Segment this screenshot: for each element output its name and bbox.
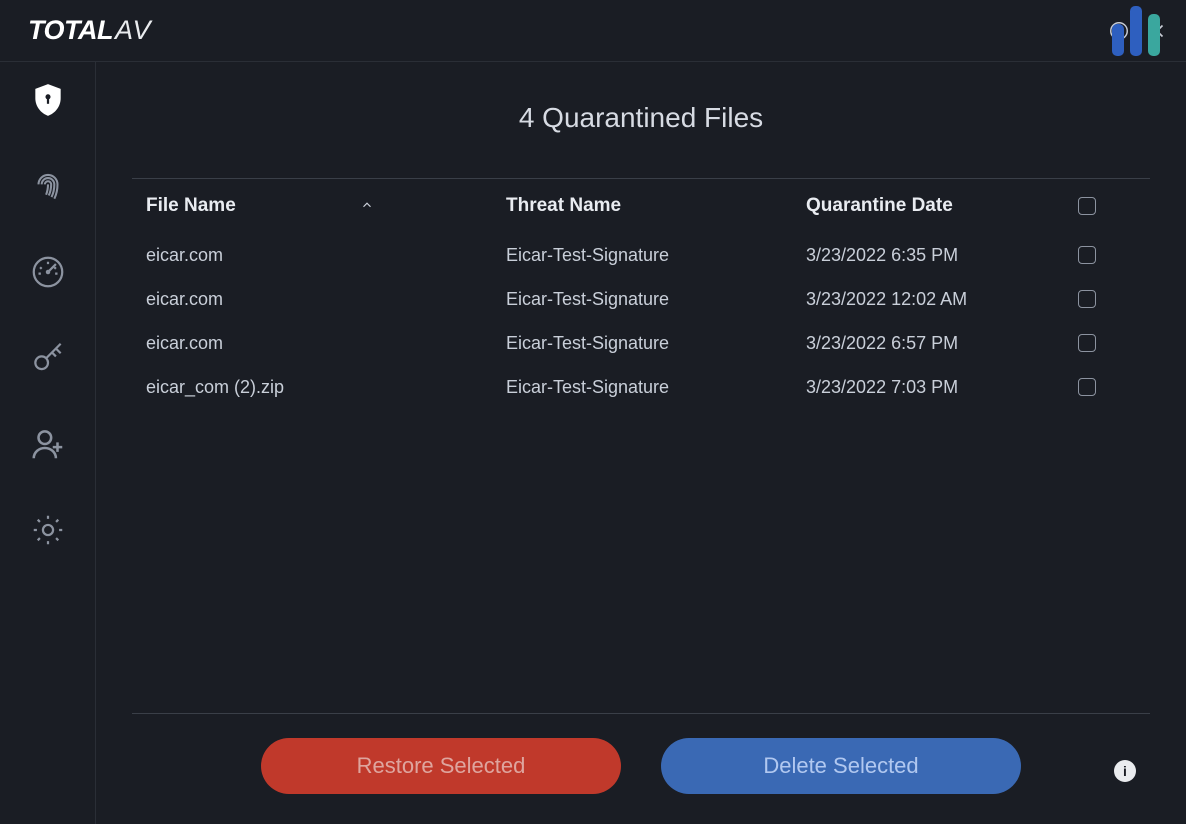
- cell-threat-name: Eicar-Test-Signature: [506, 377, 806, 398]
- info-icon[interactable]: i: [1114, 760, 1136, 782]
- row-checkbox[interactable]: [1078, 334, 1096, 352]
- cell-threat-name: Eicar-Test-Signature: [506, 333, 806, 354]
- cell-threat-name: Eicar-Test-Signature: [506, 245, 806, 266]
- restore-selected-button[interactable]: Restore Selected: [261, 738, 621, 794]
- main-panel: 4 Quarantined Files File Name Threat Nam…: [96, 62, 1186, 824]
- cell-file-name: eicar.com: [146, 245, 506, 266]
- table-row: eicar.com Eicar-Test-Signature 3/23/2022…: [132, 321, 1150, 365]
- cell-threat-name: Eicar-Test-Signature: [506, 289, 806, 310]
- select-all-checkbox[interactable]: [1078, 197, 1096, 215]
- sidebar-item-password[interactable]: [28, 338, 68, 378]
- user-plus-icon: [29, 425, 67, 463]
- delete-button-label: Delete Selected: [763, 753, 918, 778]
- table-row: eicar.com Eicar-Test-Signature 3/23/2022…: [132, 233, 1150, 277]
- restore-button-label: Restore Selected: [357, 753, 526, 778]
- sidebar: [0, 62, 96, 824]
- logo-av: AV: [115, 15, 152, 46]
- table-row: eicar_com (2).zip Eicar-Test-Signature 3…: [132, 365, 1150, 409]
- table-row: eicar.com Eicar-Test-Signature 3/23/2022…: [132, 277, 1150, 321]
- divider: [132, 713, 1150, 714]
- row-checkbox[interactable]: [1078, 290, 1096, 308]
- cell-file-name: eicar_com (2).zip: [146, 377, 506, 398]
- cell-file-name: eicar.com: [146, 289, 506, 310]
- cell-quarantine-date: 3/23/2022 6:35 PM: [806, 245, 1036, 266]
- row-checkbox[interactable]: [1078, 246, 1096, 264]
- delete-selected-button[interactable]: Delete Selected: [661, 738, 1021, 794]
- chevron-up-icon: [360, 198, 374, 215]
- column-header-quarantine-date[interactable]: Quarantine Date: [806, 195, 1036, 217]
- sidebar-item-performance[interactable]: [28, 252, 68, 292]
- gauge-icon: [29, 253, 67, 291]
- cell-file-name: eicar.com: [146, 333, 506, 354]
- app-logo: TOTAL AV: [28, 15, 1108, 46]
- logo-total: TOTAL: [28, 15, 113, 46]
- shield-icon: [29, 81, 67, 119]
- sidebar-item-family[interactable]: [28, 424, 68, 464]
- page-title: 4 Quarantined Files: [132, 102, 1150, 134]
- gear-icon: [29, 511, 67, 549]
- sidebar-item-privacy[interactable]: [28, 166, 68, 206]
- sidebar-item-protection[interactable]: [28, 80, 68, 120]
- help-circle-icon[interactable]: [1108, 20, 1130, 42]
- key-icon: [29, 339, 67, 377]
- app-header: TOTAL AV: [0, 0, 1186, 62]
- cell-quarantine-date: 3/23/2022 12:02 AM: [806, 289, 1036, 310]
- close-icon[interactable]: [1146, 20, 1168, 42]
- column-header-file-name[interactable]: File Name: [146, 195, 506, 217]
- cell-quarantine-date: 3/23/2022 6:57 PM: [806, 333, 1036, 354]
- column-header-threat-name[interactable]: Threat Name: [506, 195, 806, 217]
- row-checkbox[interactable]: [1078, 378, 1096, 396]
- column-file-name-label: File Name: [146, 195, 236, 217]
- quarantine-table: File Name Threat Name Quarantine Date ei…: [132, 179, 1150, 409]
- fingerprint-icon: [29, 167, 67, 205]
- cell-quarantine-date: 3/23/2022 7:03 PM: [806, 377, 1036, 398]
- table-header: File Name Threat Name Quarantine Date: [132, 179, 1150, 233]
- sidebar-item-settings[interactable]: [28, 510, 68, 550]
- action-footer: Restore Selected Delete Selected i: [132, 738, 1150, 794]
